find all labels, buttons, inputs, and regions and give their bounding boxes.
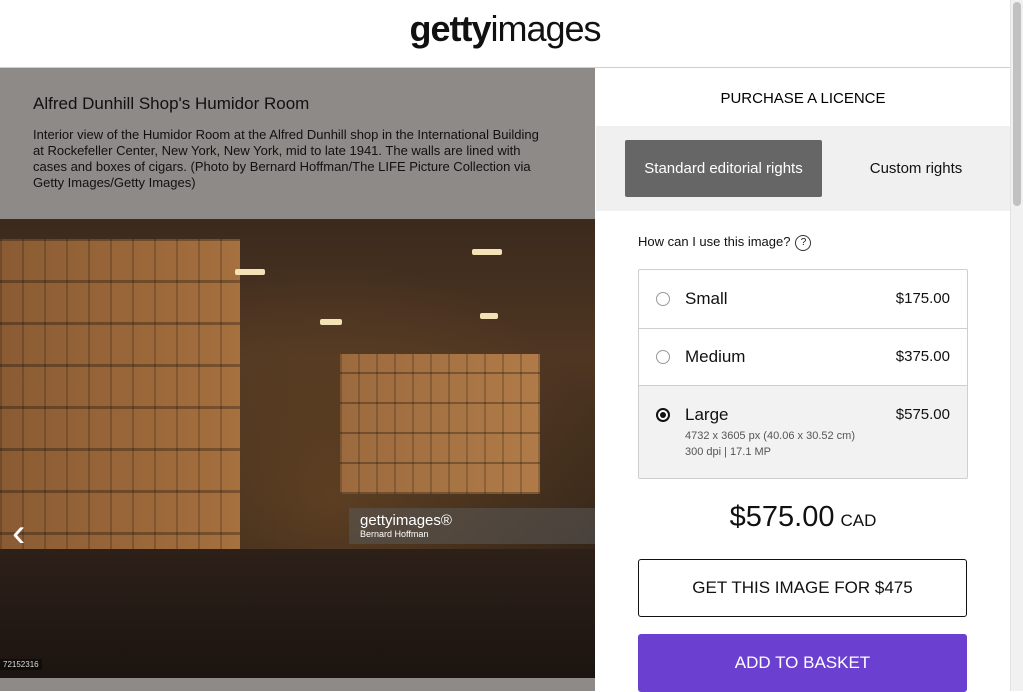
photo-shelves-back <box>340 354 540 494</box>
size-name: Small <box>685 289 728 308</box>
photo-ceiling-lamp <box>320 319 342 325</box>
radio-small[interactable] <box>656 292 670 306</box>
usage-question: How can I use this image?? <box>638 234 812 251</box>
size-options: Small $175.00 Medium $375.00 Large $575.… <box>638 269 968 479</box>
page-scrollbar[interactable] <box>1010 0 1023 691</box>
chevron-left-icon[interactable]: ‹ <box>12 513 25 553</box>
size-price: $575.00 <box>895 406 950 423</box>
size-name: Medium <box>685 347 746 366</box>
image-id: 72152316 <box>0 659 42 670</box>
image-preview[interactable]: gettyimages® Bernard Hoffman ‹ 72152316 <box>0 219 595 678</box>
photo-ceiling-lamp <box>235 269 265 275</box>
total-price: $575.00 CAD <box>596 501 1010 534</box>
watermark-credit: Bernard Hoffman <box>360 529 429 539</box>
size-option-medium[interactable]: Medium $375.00 <box>639 328 967 386</box>
image-watermark: gettyimages® Bernard Hoffman <box>349 508 595 544</box>
size-option-large[interactable]: Large $575.00 4732 x 3605 px (40.06 x 30… <box>639 385 967 478</box>
size-name: Large <box>685 405 729 424</box>
scrollbar-thumb[interactable] <box>1013 2 1021 206</box>
image-panel: Alfred Dunhill Shop's Humidor Room Inter… <box>0 68 595 691</box>
site-header: gettyimages <box>0 0 1010 68</box>
custom-rights-tab[interactable]: Custom rights <box>836 140 996 197</box>
purchase-panel: PURCHASE A LICENCE Standard editorial ri… <box>596 68 1010 692</box>
photo-ceiling-lamp <box>472 249 502 255</box>
size-price: $375.00 <box>895 348 950 365</box>
image-title: Alfred Dunhill Shop's Humidor Room <box>33 94 310 113</box>
usage-question-text: How can I use this image? <box>638 234 791 249</box>
purchase-heading: PURCHASE A LICENCE <box>720 90 886 107</box>
photo-floor <box>0 549 595 678</box>
rights-selector: Standard editorial rights Custom rights <box>596 126 1010 211</box>
size-option-small[interactable]: Small $175.00 <box>639 270 967 328</box>
watermark-logo: gettyimages® <box>360 512 452 529</box>
size-resolution: 300 dpi | 17.1 MP <box>685 446 772 458</box>
size-dimensions: 4732 x 3605 px (40.06 x 30.52 cm) <box>685 430 855 442</box>
radio-large[interactable] <box>656 408 670 422</box>
image-description: Interior view of the Humidor Room at the… <box>33 127 539 190</box>
total-currency: CAD <box>840 511 877 530</box>
size-price: $175.00 <box>895 290 950 307</box>
total-amount: $575.00 <box>729 501 835 533</box>
photo-ceiling-lamp <box>480 313 498 319</box>
get-this-image-button[interactable]: GET THIS IMAGE FOR $475 <box>638 559 967 617</box>
standard-editorial-rights-tab[interactable]: Standard editorial rights <box>625 140 822 197</box>
getty-images-logo[interactable]: gettyimages <box>0 8 1010 50</box>
help-icon[interactable]: ? <box>795 234 812 251</box>
radio-medium[interactable] <box>656 350 670 364</box>
add-to-basket-button[interactable]: ADD TO BASKET <box>638 634 967 692</box>
